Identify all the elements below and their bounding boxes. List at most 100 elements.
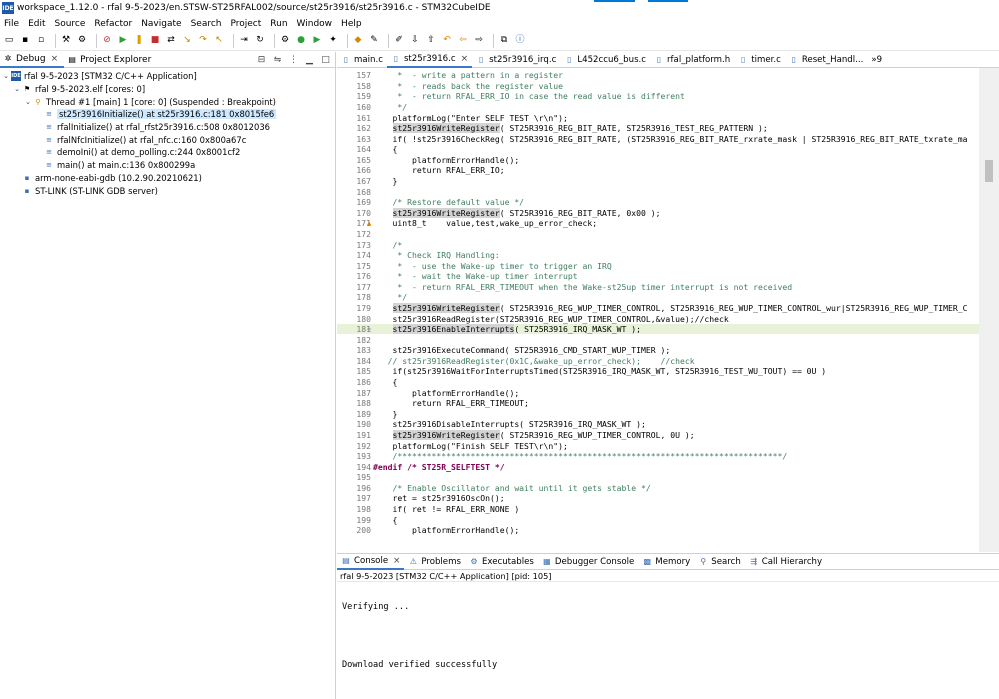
minimize-icon[interactable]: ▁ <box>304 54 315 65</box>
restart-icon[interactable]: ↻ <box>254 35 266 47</box>
edit-icon[interactable]: ✐ <box>393 35 405 47</box>
code-line: 183 st25r3916ExecuteCommand( ST25R3916_C… <box>337 345 999 356</box>
code-area[interactable]: 157 * - write a pattern in a register 158… <box>337 70 999 552</box>
run-icon[interactable]: ▶ <box>311 35 323 47</box>
tree-item-label: rfalNfcInitialize() at rfal_nfc.c:160 0x… <box>57 134 247 145</box>
forward-icon[interactable]: ⇨ <box>473 35 485 47</box>
tab-search[interactable]: ⚲ Search <box>694 554 745 570</box>
editor-tab[interactable]: ▯ L452ccu6_bus.c <box>560 52 650 68</box>
menu-search[interactable]: Search <box>187 19 227 29</box>
step-return-icon[interactable]: ↖ <box>213 35 225 47</box>
occurrence-highlight: st25r3916EnableInterrupts <box>392 324 515 335</box>
editor-tab[interactable]: ▯ st25r3916.c × <box>386 52 473 68</box>
tab-executables[interactable]: ⚙ Executables <box>465 554 538 570</box>
editor-tab[interactable]: ▯ rfal_platform.h <box>650 52 734 68</box>
new-icon[interactable]: ▭ <box>3 35 15 47</box>
terminate-icon[interactable]: ■ <box>149 35 161 47</box>
scroll-thumb[interactable] <box>985 160 993 182</box>
debug-config-icon[interactable]: ⚙ <box>76 35 88 47</box>
save-all-icon[interactable]: ▫ <box>35 35 47 47</box>
tab-call-hierarchy[interactable]: ⇶ Call Hierarchy <box>745 554 826 570</box>
problems-icon: ⚠ <box>409 557 417 566</box>
collapse-all-icon[interactable]: ⊟ <box>256 54 267 65</box>
code-text: /* Enable Oscillator and wait until it g… <box>373 482 651 493</box>
tree-item-label: st25r3916Initialize() at st25r3916.c:181… <box>57 109 277 120</box>
tree-item[interactable]: ▪ arm-none-eabi-gdb (10.2.90.20210621) <box>0 172 335 185</box>
tree-item[interactable]: ≡ rfalNfcInitialize() at rfal_nfc.c:160 0… <box>0 133 335 146</box>
code-line: 172 <box>337 229 999 240</box>
editor-tab[interactable]: ▯ timer.c <box>734 52 785 68</box>
menu-run[interactable]: Run <box>266 19 292 29</box>
tree-item[interactable]: ≡ st25r3916Initialize() at st25r3916.c:18… <box>0 108 335 121</box>
code-text: { <box>373 377 398 388</box>
line-number: 163 <box>356 133 371 144</box>
step-over-icon[interactable]: ↷ <box>197 35 209 47</box>
expand-toggle[interactable]: ⌄ <box>24 98 32 106</box>
warning-icon[interactable]: ▲ <box>367 219 371 227</box>
step-into-icon[interactable]: ↘ <box>181 35 193 47</box>
build-icon[interactable]: ⚒ <box>60 35 72 47</box>
menu-edit[interactable]: Edit <box>24 19 50 29</box>
tree-item[interactable]: ⌄ ⚑ rfal 9-5-2023.elf [cores: 0] <box>0 83 335 96</box>
external-tools-icon[interactable]: ✦ <box>327 35 339 47</box>
view-menu-icon[interactable]: ⋮ <box>288 54 299 65</box>
save-icon[interactable]: ▪ <box>19 35 31 47</box>
last-edit-icon[interactable]: ↶ <box>441 35 453 47</box>
menu-file[interactable]: File <box>0 19 24 29</box>
tab-debugger-console[interactable]: ▦ Debugger Console <box>538 554 638 570</box>
close-icon[interactable]: × <box>393 556 400 566</box>
more-tabs-button[interactable]: »9 <box>867 52 886 68</box>
disconnect-icon[interactable]: ⇄ <box>165 35 177 47</box>
suspend-icon[interactable]: ❚ <box>133 35 145 47</box>
tab-project-explorer[interactable]: ▤ Project Explorer <box>64 52 157 68</box>
frame-icon: ≡ <box>46 123 52 132</box>
perspective-icon[interactable]: ⧉ <box>498 35 510 47</box>
editor-tab[interactable]: ▯ Reset_Handl... <box>785 52 868 68</box>
skip-breakpoints-icon[interactable]: ⊘ <box>101 35 113 47</box>
tab-problems[interactable]: ⚠ Problems <box>404 554 465 570</box>
open-task-icon[interactable]: ✎ <box>368 35 380 47</box>
editor-tab[interactable]: ▯ st25r3916_irq.c <box>472 52 560 68</box>
tree-item[interactable]: ⌄ IDE rfal 9-5-2023 [STM32 C/C++ Applicati… <box>0 70 335 83</box>
tab-memory[interactable]: ▩ Memory <box>638 554 694 570</box>
tab-console[interactable]: ▤ Console × <box>337 554 405 570</box>
menu-source[interactable]: Source <box>51 19 91 29</box>
breakpoint-icon[interactable]: ⇨ <box>367 325 371 333</box>
settings-icon[interactable]: ⚙ <box>279 35 291 47</box>
tree-item[interactable]: ▪ ST-LINK (ST-LINK GDB server) <box>0 184 335 197</box>
code-text: platformErrorHandle(); <box>373 387 520 398</box>
menu-refactor[interactable]: Refactor <box>90 19 137 29</box>
resume-icon[interactable]: ▶ <box>117 35 129 47</box>
vertical-scrollbar[interactable] <box>979 68 999 552</box>
menu-window[interactable]: Window <box>293 19 338 29</box>
instruction-step-icon[interactable]: ⇥ <box>238 35 250 47</box>
line-number: 195 <box>356 472 371 483</box>
line-number: 175 <box>356 260 371 271</box>
maximize-icon[interactable]: □ <box>320 54 331 65</box>
expand-toggle[interactable]: ⌄ <box>2 72 10 80</box>
debug-run-icon[interactable]: ● <box>295 35 307 47</box>
close-icon[interactable]: × <box>461 54 469 64</box>
menu-navigate[interactable]: Navigate <box>137 19 186 29</box>
tab-label: Call Hierarchy <box>761 556 823 567</box>
menu-project[interactable]: Project <box>226 19 266 29</box>
tree-item[interactable]: ≡ main() at main.c:136 0x800299a <box>0 159 335 172</box>
c-file-icon: ▯ <box>656 55 662 64</box>
info-icon[interactable]: ⓘ <box>514 35 526 47</box>
prev-annotation-icon[interactable]: ⇧ <box>425 35 437 47</box>
menu-help[interactable]: Help <box>337 19 367 29</box>
tab-debug[interactable]: ✲ Debug × <box>0 51 65 68</box>
expand-toggle[interactable]: ⌄ <box>13 85 21 93</box>
code-line: 178 */ <box>337 292 999 303</box>
tree-item[interactable]: ⌄ ⚲ Thread #1 [main] 1 [core: 0] (Suspende… <box>0 95 335 108</box>
close-icon[interactable]: × <box>51 54 59 64</box>
tree-item[interactable]: ≡ demoIni() at demo_polling.c:244 0x8001c… <box>0 146 335 159</box>
link-icon[interactable]: ⇋ <box>272 54 283 65</box>
console-icon: ▤ <box>342 556 350 565</box>
open-type-icon[interactable]: ◆ <box>352 35 364 47</box>
editor-tab[interactable]: ▯ main.c <box>337 52 387 68</box>
back-icon[interactable]: ⇦ <box>457 35 469 47</box>
next-annotation-icon[interactable]: ⇩ <box>409 35 421 47</box>
occurrence-highlight: st25r3916WriteRegister <box>392 207 500 218</box>
tree-item[interactable]: ≡ rfalInitialize() at rfal_rfst25r3916.c:… <box>0 121 335 134</box>
